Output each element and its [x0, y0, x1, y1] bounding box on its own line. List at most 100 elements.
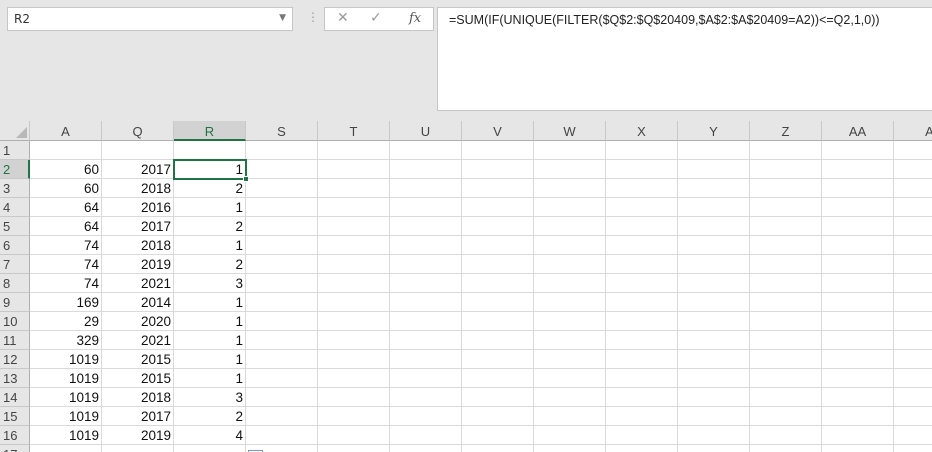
empty-cell[interactable] — [318, 198, 390, 217]
empty-cell[interactable] — [606, 388, 678, 407]
empty-cell[interactable] — [822, 407, 894, 426]
empty-cell[interactable] — [822, 350, 894, 369]
cell-r2[interactable]: 1 — [174, 160, 246, 179]
empty-cell[interactable] — [894, 293, 932, 312]
empty-cell[interactable] — [390, 407, 462, 426]
empty-cell[interactable] — [822, 312, 894, 331]
empty-cell[interactable] — [894, 312, 932, 331]
empty-cell[interactable] — [246, 274, 318, 293]
empty-cell[interactable] — [822, 426, 894, 445]
row-header-14[interactable]: 14 — [0, 388, 30, 407]
empty-cell[interactable] — [318, 293, 390, 312]
empty-cell[interactable] — [894, 369, 932, 388]
empty-cell[interactable] — [822, 141, 894, 160]
empty-cell[interactable] — [462, 350, 534, 369]
empty-cell[interactable] — [606, 407, 678, 426]
empty-cell[interactable] — [318, 331, 390, 350]
cell-a10[interactable]: 29 — [30, 312, 102, 331]
empty-cell[interactable] — [246, 179, 318, 198]
cell-q13[interactable]: 2015 — [102, 369, 174, 388]
empty-cell[interactable] — [750, 369, 822, 388]
empty-cell[interactable] — [606, 141, 678, 160]
empty-cell[interactable] — [390, 426, 462, 445]
empty-cell[interactable] — [750, 255, 822, 274]
empty-cell[interactable] — [318, 426, 390, 445]
drag-handle-icon[interactable]: ⋮ — [307, 11, 319, 23]
cell-a15[interactable]: 1019 — [30, 407, 102, 426]
empty-cell[interactable] — [246, 255, 318, 274]
empty-cell[interactable] — [678, 179, 750, 198]
empty-cell[interactable] — [462, 160, 534, 179]
empty-cell[interactable] — [246, 388, 318, 407]
column-header-t[interactable]: T — [318, 121, 390, 141]
empty-cell[interactable] — [390, 312, 462, 331]
empty-cell[interactable] — [318, 312, 390, 331]
empty-cell[interactable] — [534, 407, 606, 426]
cell-a1[interactable] — [30, 141, 102, 160]
empty-cell[interactable] — [318, 388, 390, 407]
row-header-16[interactable]: 16 — [0, 426, 30, 445]
empty-cell[interactable] — [678, 160, 750, 179]
empty-cell[interactable] — [534, 198, 606, 217]
cell-a13[interactable]: 1019 — [30, 369, 102, 388]
column-header-x[interactable]: X — [606, 121, 678, 141]
empty-cell[interactable] — [750, 293, 822, 312]
cell-q12[interactable]: 2015 — [102, 350, 174, 369]
empty-cell[interactable] — [678, 198, 750, 217]
empty-cell[interactable] — [822, 179, 894, 198]
empty-cell[interactable] — [606, 331, 678, 350]
empty-cell[interactable] — [822, 293, 894, 312]
empty-cell[interactable] — [822, 274, 894, 293]
empty-cell[interactable] — [462, 255, 534, 274]
row-header-1[interactable]: 1 — [0, 141, 30, 160]
empty-cell[interactable] — [750, 236, 822, 255]
empty-cell[interactable] — [390, 293, 462, 312]
empty-cell[interactable] — [606, 445, 678, 452]
row-header-13[interactable]: 13 — [0, 369, 30, 388]
cell-q16[interactable]: 2019 — [102, 426, 174, 445]
empty-cell[interactable] — [534, 293, 606, 312]
worksheet-grid[interactable]: AQRSTUVWXYZAAA 1234567891011121314151617… — [0, 121, 932, 452]
empty-cell[interactable] — [246, 217, 318, 236]
cell-r10[interactable]: 1 — [174, 312, 246, 331]
empty-cell[interactable] — [390, 369, 462, 388]
empty-cell[interactable] — [894, 350, 932, 369]
fill-handle[interactable] — [243, 176, 249, 182]
empty-cell[interactable] — [462, 388, 534, 407]
row-header-3[interactable]: 3 — [0, 179, 30, 198]
cell-q10[interactable]: 2020 — [102, 312, 174, 331]
cell-a6[interactable]: 74 — [30, 236, 102, 255]
empty-cell[interactable] — [894, 236, 932, 255]
empty-cell[interactable] — [894, 160, 932, 179]
chevron-down-icon[interactable]: ▼ — [279, 13, 286, 23]
cell-q9[interactable]: 2014 — [102, 293, 174, 312]
cell-a16[interactable]: 1019 — [30, 426, 102, 445]
empty-cell[interactable] — [894, 198, 932, 217]
cell-q2[interactable]: 2017 — [102, 160, 174, 179]
empty-cell[interactable] — [318, 236, 390, 255]
formula-input[interactable]: =SUM(IF(UNIQUE(FILTER($Q$2:$Q$20409,$A$2… — [437, 7, 932, 111]
empty-cell[interactable] — [750, 350, 822, 369]
checkmark-icon[interactable]: ✓ — [370, 10, 382, 26]
empty-cell[interactable] — [462, 179, 534, 198]
empty-cell[interactable] — [822, 445, 894, 452]
empty-cell[interactable] — [246, 236, 318, 255]
empty-cell[interactable] — [462, 293, 534, 312]
empty-cell[interactable] — [750, 426, 822, 445]
empty-cell[interactable] — [390, 236, 462, 255]
cancel-x-icon[interactable]: ✕ — [337, 10, 349, 26]
column-header-v[interactable]: V — [462, 121, 534, 141]
empty-cell[interactable] — [894, 179, 932, 198]
empty-cell[interactable] — [678, 312, 750, 331]
column-header-q[interactable]: Q — [102, 121, 174, 141]
empty-cell[interactable] — [606, 179, 678, 198]
empty-cell[interactable] — [678, 293, 750, 312]
cell-q11[interactable]: 2021 — [102, 331, 174, 350]
cell-r8[interactable]: 3 — [174, 274, 246, 293]
empty-cell[interactable] — [462, 236, 534, 255]
empty-cell[interactable] — [390, 445, 462, 452]
cell-a9[interactable]: 169 — [30, 293, 102, 312]
empty-cell[interactable] — [246, 369, 318, 388]
empty-cell[interactable] — [894, 407, 932, 426]
empty-cell[interactable] — [318, 141, 390, 160]
